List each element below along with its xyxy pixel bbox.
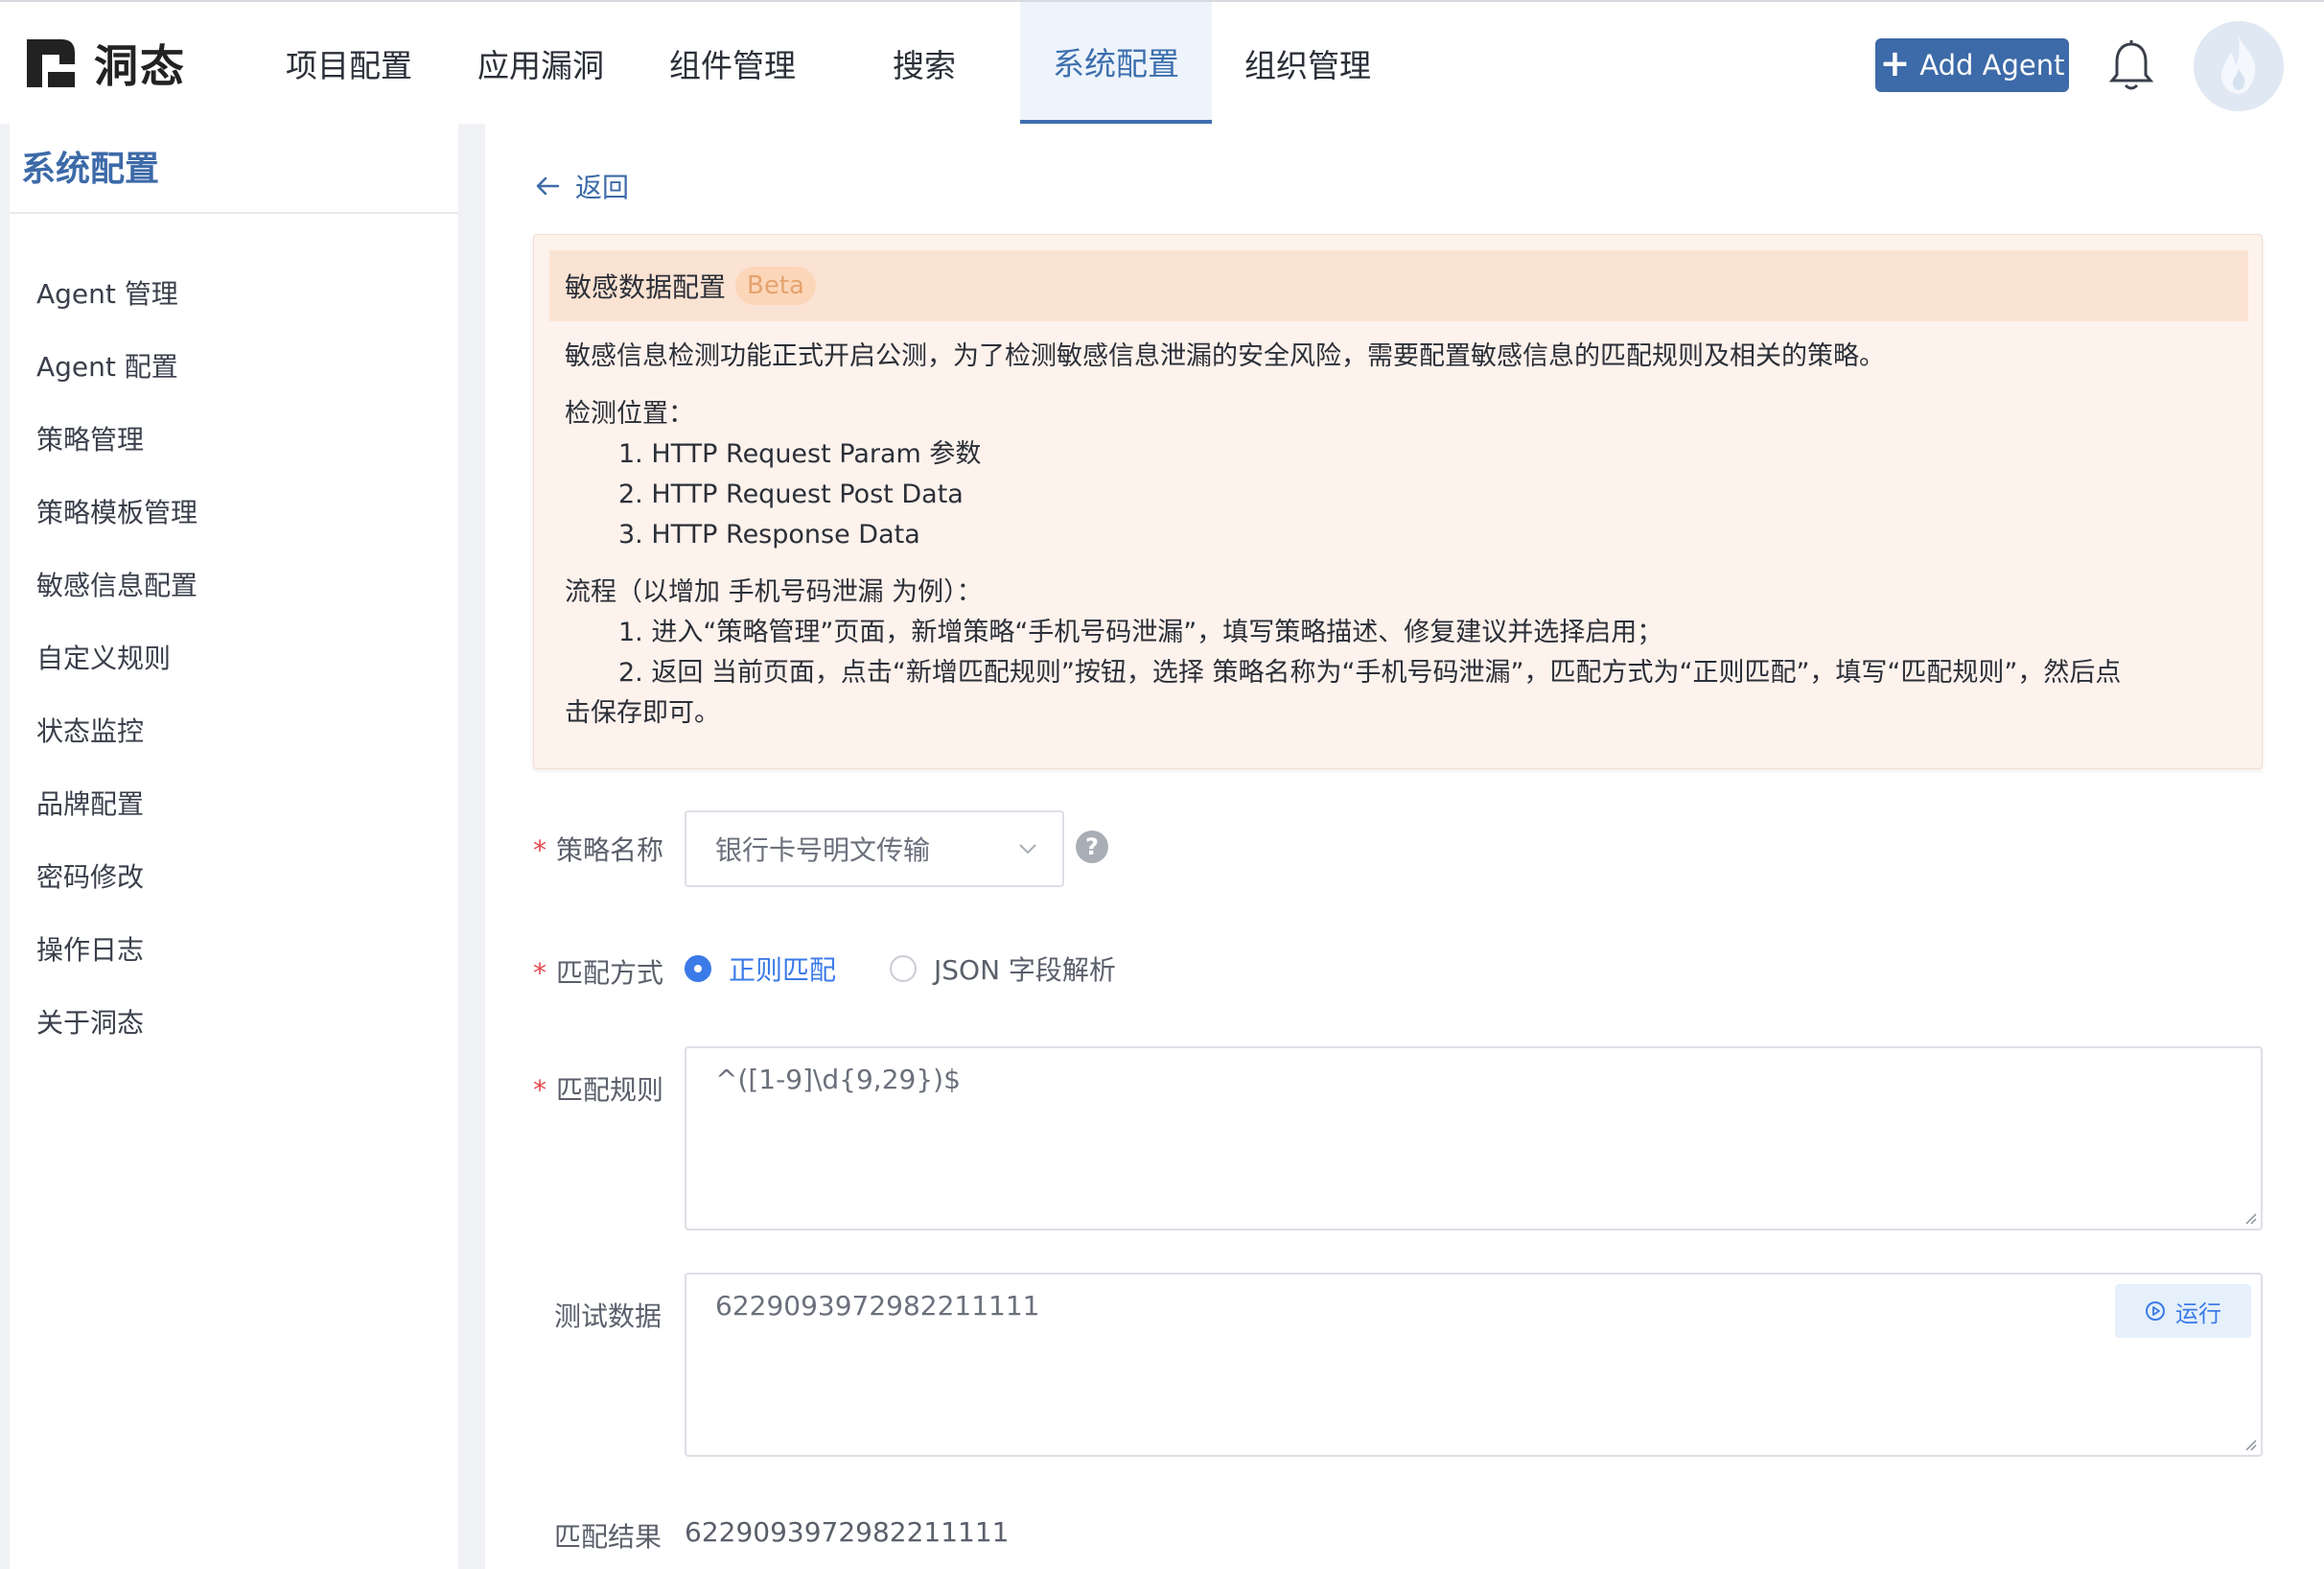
run-label: 运行 [2175, 1300, 2221, 1327]
notice-title: 敏感数据配置 [565, 271, 727, 303]
plus-icon: + [1879, 42, 1911, 84]
beta-badge: Beta [735, 267, 816, 305]
back-link[interactable]: 返回 [533, 162, 629, 210]
match-result-label: 匹配结果 [554, 1521, 662, 1553]
notice-header: 敏感数据配置 Beta [549, 250, 2248, 321]
sidebar: 系统配置 Agent 管理 Agent 配置 策略管理 策略模板管理 敏感信息配… [10, 124, 458, 1569]
radio-dot [685, 955, 711, 982]
brand-logo[interactable]: 洞态 [23, 33, 186, 94]
resize-handle-icon[interactable] [2242, 1436, 2257, 1451]
nav-item-project-config[interactable]: 项目配置 [253, 2, 445, 124]
flow-title: 流程（以增加 手机号码泄漏 为例）： [565, 577, 983, 607]
sidebar-item-status-monitor[interactable]: 状态监控 [36, 695, 198, 768]
add-agent-button[interactable]: + Add Agent [1875, 38, 2069, 92]
location-item: 2. HTTP Request Post Data [618, 480, 964, 509]
sidebar-item-agent-management[interactable]: Agent 管理 [36, 258, 198, 331]
radio-dot [890, 955, 918, 982]
sidebar-item-password-change[interactable]: 密码修改 [36, 841, 198, 914]
add-agent-label: Add Agent [1919, 49, 2065, 82]
resize-handle-icon[interactable] [2242, 1209, 2257, 1225]
sidebar-item-agent-config[interactable]: Agent 配置 [36, 331, 198, 404]
required-mark: * [533, 957, 546, 989]
nav-item-components[interactable]: 组件管理 [637, 2, 828, 124]
test-data-value: 6229093972982211111 [715, 1290, 1040, 1322]
nav-item-system-config[interactable]: 系统配置 [1020, 2, 1212, 124]
test-data-textarea[interactable]: 6229093972982211111 运行 [685, 1273, 2263, 1457]
required-mark: * [533, 834, 546, 866]
top-navigation-bar: 洞态 项目配置 应用漏洞 组件管理 搜索 系统配置 组织管理 + Add Age… [0, 0, 2324, 124]
match-result-value: 6229093972982211111 [685, 1516, 1010, 1548]
notice-body: 敏感信息检测功能正式开启公测，为了检测敏感信息泄漏的安全风险，需要配置敏感信息的… [565, 337, 2243, 734]
sidebar-divider [10, 212, 458, 214]
policy-name-select[interactable]: 银行卡号明文传输 [685, 810, 1064, 887]
flow-step: 2. 返回 当前页面，点击“新增匹配规则”按钮，选择 策略名称为“手机号码泄漏”… [618, 658, 2122, 688]
required-mark: * [533, 1074, 546, 1106]
radio-json-field-parse[interactable]: JSON 字段解析 [890, 949, 1116, 988]
flow-step: 1. 进入“策略管理”页面，新增策略“手机号码泄漏”，填写策略描述、修复建议并选… [618, 618, 1663, 647]
sensitive-data-notice: 敏感数据配置 Beta 敏感信息检测功能正式开启公测，为了检测敏感信息泄漏的安全… [533, 234, 2263, 769]
match-rule-label: * 匹配规则 [533, 1074, 664, 1106]
sidebar-menu: Agent 管理 Agent 配置 策略管理 策略模板管理 敏感信息配置 自定义… [36, 258, 198, 1060]
bell-icon[interactable] [2105, 38, 2157, 94]
sidebar-item-sensitive-info-config[interactable]: 敏感信息配置 [36, 550, 198, 622]
play-circle-icon [2146, 1301, 2165, 1321]
brand-logo-icon [27, 39, 75, 87]
sidebar-item-custom-rules[interactable]: 自定义规则 [36, 622, 198, 695]
help-icon[interactable]: ? [1076, 831, 1108, 863]
policy-name-label: * 策略名称 [533, 834, 664, 866]
radio-regex-match[interactable]: 正则匹配 [685, 949, 836, 988]
sidebar-item-operation-logs[interactable]: 操作日志 [36, 914, 198, 987]
main-nav: 项目配置 应用漏洞 组件管理 搜索 系统配置 组织管理 [253, 2, 1404, 126]
sidebar-title: 系统配置 [21, 150, 160, 189]
locations-title: 检测位置： [565, 399, 694, 429]
sidebar-item-policy-templates[interactable]: 策略模板管理 [36, 477, 198, 550]
location-item: 1. HTTP Request Param 参数 [618, 439, 982, 469]
brand-name: 洞态 [94, 40, 186, 92]
policy-name-value: 银行卡号明文传输 [715, 834, 931, 866]
notice-intro: 敏感信息检测功能正式开启公测，为了检测敏感信息泄漏的安全风险，需要配置敏感信息的… [565, 341, 1885, 371]
nav-item-search[interactable]: 搜索 [828, 2, 1020, 124]
chevron-down-icon [1019, 844, 1036, 855]
back-label: 返回 [575, 172, 630, 203]
match-rule-value: ^([1-9]\d{9,29})$ [715, 1064, 961, 1095]
run-button[interactable]: 运行 [2115, 1284, 2251, 1338]
sidebar-item-brand-config[interactable]: 品牌配置 [36, 768, 198, 841]
arrow-left-icon [536, 176, 560, 196]
flow-tail: 击保存即可。 [565, 698, 720, 728]
avatar[interactable] [2194, 21, 2284, 111]
nav-item-org-management[interactable]: 组织管理 [1212, 2, 1404, 124]
match-type-radio-group: 正则匹配 JSON 字段解析 [685, 945, 1170, 993]
sidebar-item-policy-management[interactable]: 策略管理 [36, 404, 198, 477]
flame-avatar-icon [2220, 36, 2256, 94]
match-rule-textarea[interactable]: ^([1-9]\d{9,29})$ [685, 1046, 2263, 1230]
main-content: 返回 敏感数据配置 Beta 敏感信息检测功能正式开启公测，为了检测敏感信息泄漏… [485, 124, 2324, 1569]
sidebar-item-about[interactable]: 关于洞态 [36, 987, 198, 1060]
location-item: 3. HTTP Response Data [618, 520, 920, 550]
test-data-label: 测试数据 [554, 1300, 662, 1332]
nav-item-app-vulns[interactable]: 应用漏洞 [445, 2, 637, 124]
match-type-label: * 匹配方式 [533, 957, 664, 989]
